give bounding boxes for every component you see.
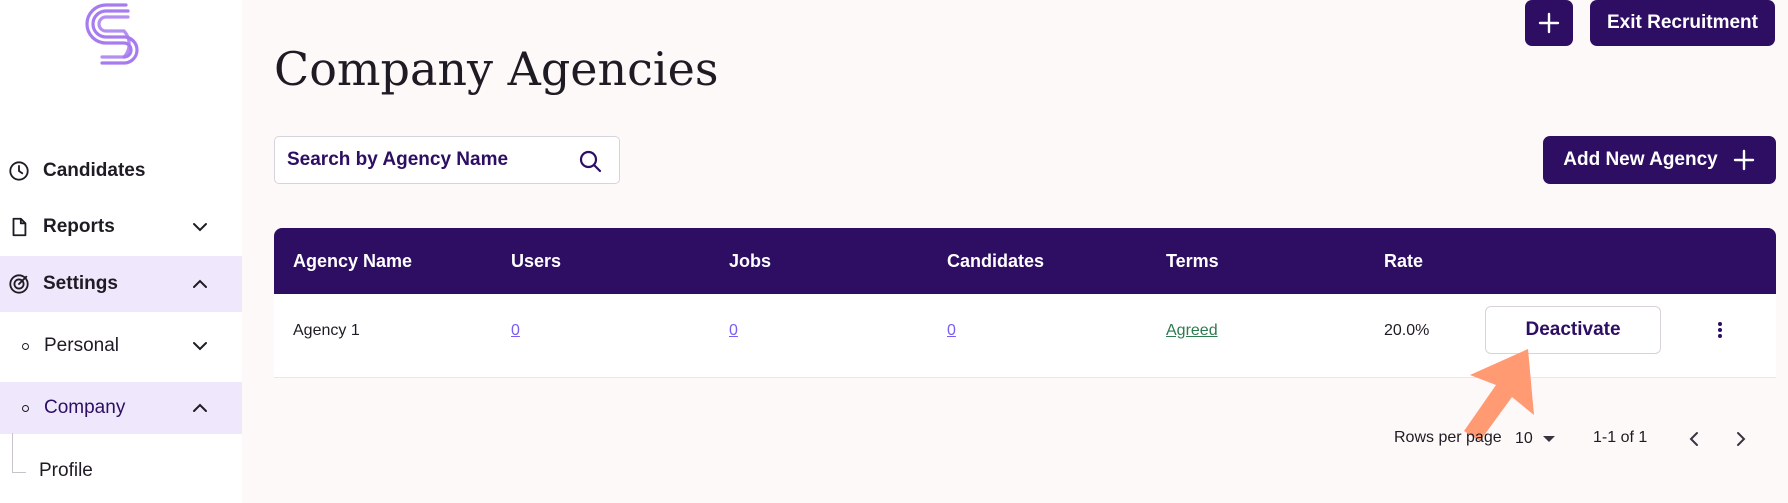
candidates-count-link[interactable]: 0 xyxy=(947,294,956,368)
rows-per-page-label: Rows per page xyxy=(1394,429,1502,446)
sidebar-item-settings[interactable]: Settings xyxy=(0,256,242,312)
table-header: Agency Name Users Jobs Candidates Terms … xyxy=(274,228,1776,294)
chevron-down-icon[interactable] xyxy=(188,215,212,239)
chevron-left-icon[interactable] xyxy=(1682,427,1706,451)
rows-per-page-select[interactable]: 10 xyxy=(1515,427,1565,451)
document-icon xyxy=(12,217,27,237)
exit-recruitment-button[interactable]: Exit Recruitment xyxy=(1590,0,1775,46)
search-input[interactable] xyxy=(287,137,567,183)
agency-name-cell: Agency 1 xyxy=(293,322,360,339)
users-count-link[interactable]: 0 xyxy=(511,294,520,368)
sidebar-item-candidates[interactable]: Candidates xyxy=(0,143,242,199)
clock-icon xyxy=(9,161,29,181)
column-header-users[interactable]: Users xyxy=(511,228,561,294)
add-new-agency-button[interactable]: Add New Agency xyxy=(1543,136,1776,184)
plus-icon xyxy=(1733,149,1754,171)
column-header-terms[interactable]: Terms xyxy=(1166,228,1219,294)
caret-down-icon xyxy=(1542,436,1555,442)
bullet-icon xyxy=(22,404,29,412)
chevron-up-icon[interactable] xyxy=(188,396,212,420)
chevron-down-icon[interactable] xyxy=(188,334,212,358)
column-header-rate[interactable]: Rate xyxy=(1384,228,1423,294)
sidebar-subitem-label: Company xyxy=(44,397,126,418)
search-box xyxy=(274,136,620,184)
sidebar-subitem-company[interactable]: Company xyxy=(0,382,242,434)
sidebar-subitem-label: Personal xyxy=(44,335,119,356)
column-header-candidates[interactable]: Candidates xyxy=(947,228,1044,294)
rate-cell: 20.0% xyxy=(1384,322,1430,339)
column-header-agency-name[interactable]: Agency Name xyxy=(293,228,412,294)
sidebar: Candidates Reports Settings Personal Com xyxy=(0,0,242,503)
sidebar-item-label: Settings xyxy=(43,273,118,294)
sidebar-subitem-personal[interactable]: Personal xyxy=(0,320,242,372)
sidebar-leaf-profile[interactable]: Profile xyxy=(39,460,93,482)
sidebar-item-label: Reports xyxy=(43,216,115,237)
sidebar-item-reports[interactable]: Reports xyxy=(0,199,242,255)
bullet-icon xyxy=(22,342,29,350)
rows-per-page-value: 10 xyxy=(1515,430,1533,447)
add-button[interactable] xyxy=(1525,0,1573,46)
search-icon[interactable] xyxy=(578,149,602,173)
tree-connector xyxy=(12,433,26,473)
chevron-right-icon[interactable] xyxy=(1729,427,1753,451)
logo-icon[interactable] xyxy=(84,3,146,65)
more-options-icon[interactable] xyxy=(1708,318,1732,342)
plus-icon xyxy=(1538,12,1560,34)
pagination-range: 1-1 of 1 xyxy=(1593,429,1648,446)
chevron-up-icon[interactable] xyxy=(188,272,212,296)
settings-icon xyxy=(9,274,29,294)
page-title: Company Agencies xyxy=(274,42,719,96)
jobs-count-link[interactable]: 0 xyxy=(729,294,738,368)
terms-link[interactable]: Agreed xyxy=(1166,294,1218,368)
agencies-table: Agency Name Users Jobs Candidates Terms … xyxy=(274,228,1776,378)
table-row: Agency 1 0 0 0 Agreed 20.0% Deactivate xyxy=(274,294,1776,378)
column-header-jobs[interactable]: Jobs xyxy=(729,228,771,294)
sidebar-item-label: Candidates xyxy=(43,160,146,181)
add-new-agency-label: Add New Agency xyxy=(1563,149,1718,170)
